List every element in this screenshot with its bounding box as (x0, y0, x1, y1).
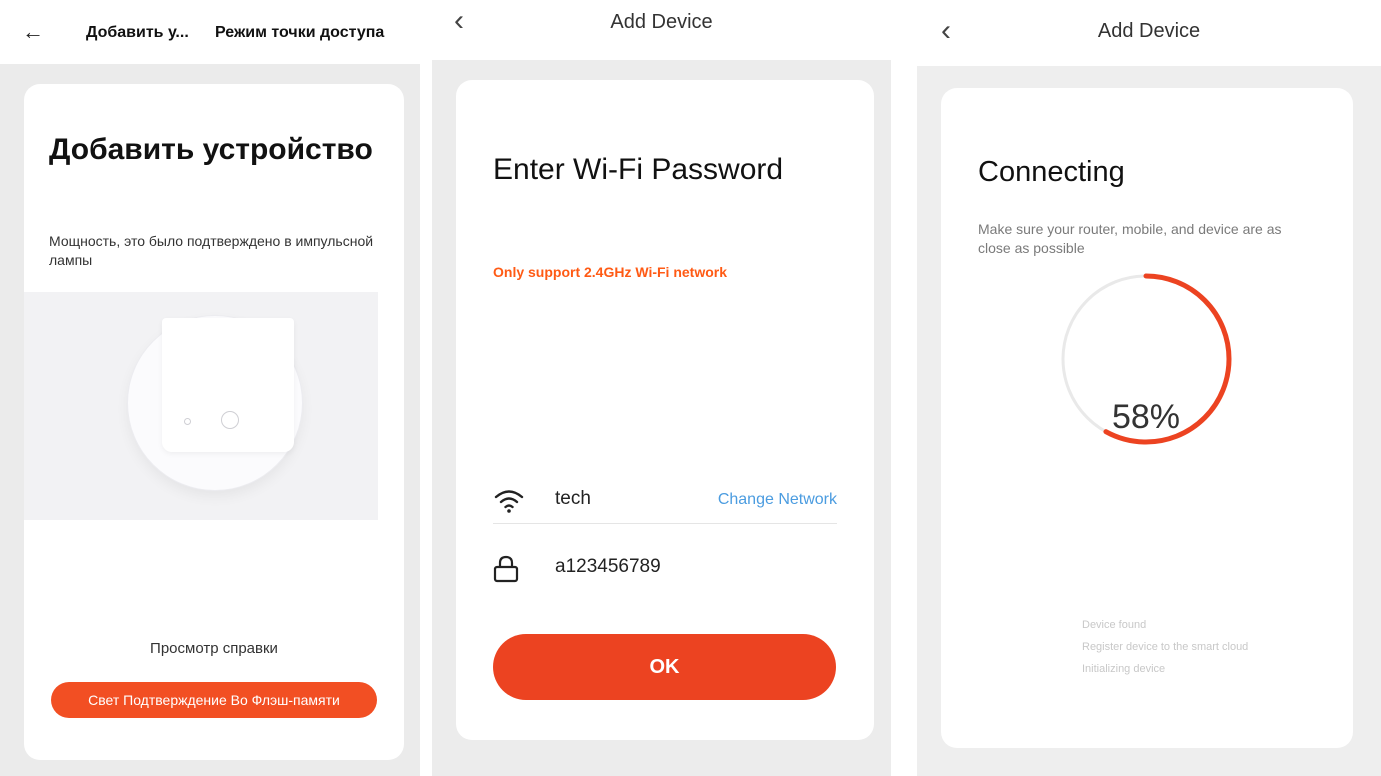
card-title: Enter Wi-Fi Password (493, 153, 784, 186)
top-bar: ‹ Add Device (432, 0, 891, 64)
page-title: Добавить у... (86, 24, 189, 41)
wifi-icon (494, 490, 524, 513)
connecting-screen: ‹ Add Device Connecting Make sure your r… (917, 0, 1381, 776)
wifi-password-screen: ‹ Add Device Enter Wi-Fi Password Only s… (432, 0, 891, 776)
content-card: Enter Wi-Fi Password Only support 2.4GHz… (456, 80, 874, 740)
ap-mode-link[interactable]: Режим точки доступа (215, 24, 384, 42)
wifi-network-row: tech Change Network (493, 478, 837, 524)
bulb-led-dot (184, 418, 191, 425)
progress-percent: 58% (1111, 398, 1181, 436)
change-network-link[interactable]: Change Network (718, 491, 837, 509)
lock-icon (493, 555, 519, 583)
page-title: Add Device (1097, 20, 1201, 42)
connection-steps: Device found Register device to the smar… (1082, 614, 1248, 680)
content-card: Добавить устройство Мощность, это было п… (24, 84, 404, 760)
step-item: Register device to the smart cloud (1082, 641, 1249, 653)
card-description: Мощность, это было подтверждено в импуль… (49, 233, 374, 268)
arrow-left-icon[interactable]: ← (22, 18, 46, 46)
password-input[interactable] (555, 556, 775, 578)
bulb-socket (162, 318, 294, 452)
step-item: Device found (1082, 619, 1147, 631)
card-description: Make sure your router, mobile, and devic… (978, 221, 1282, 256)
top-bar: ‹ Add Device (917, 0, 1381, 64)
step-item: Initializing device (1082, 663, 1166, 675)
wifi-name: tech (555, 488, 591, 509)
page-title: Add Device (610, 11, 713, 33)
password-row (493, 548, 837, 594)
frequency-warning: Only support 2.4GHz Wi-Fi network (493, 264, 728, 280)
add-device-screen-ru: ← Добавить у... Режим точки доступа Доба… (0, 0, 420, 776)
confirm-flashing-button[interactable]: Свет Подтверждение Во Флэш-памяти (51, 682, 377, 718)
bulb-button-ring (221, 411, 239, 429)
view-help-link[interactable]: Просмотр справки (24, 640, 404, 657)
content-card: Connecting Make sure your router, mobile… (941, 88, 1353, 748)
bulb-illustration (24, 292, 378, 520)
card-title: Добавить устройство (49, 133, 373, 166)
card-title: Connecting (978, 156, 1125, 188)
ok-button[interactable]: OK (493, 634, 836, 700)
top-bar: ← Добавить у... Режим точки доступа (0, 0, 420, 64)
